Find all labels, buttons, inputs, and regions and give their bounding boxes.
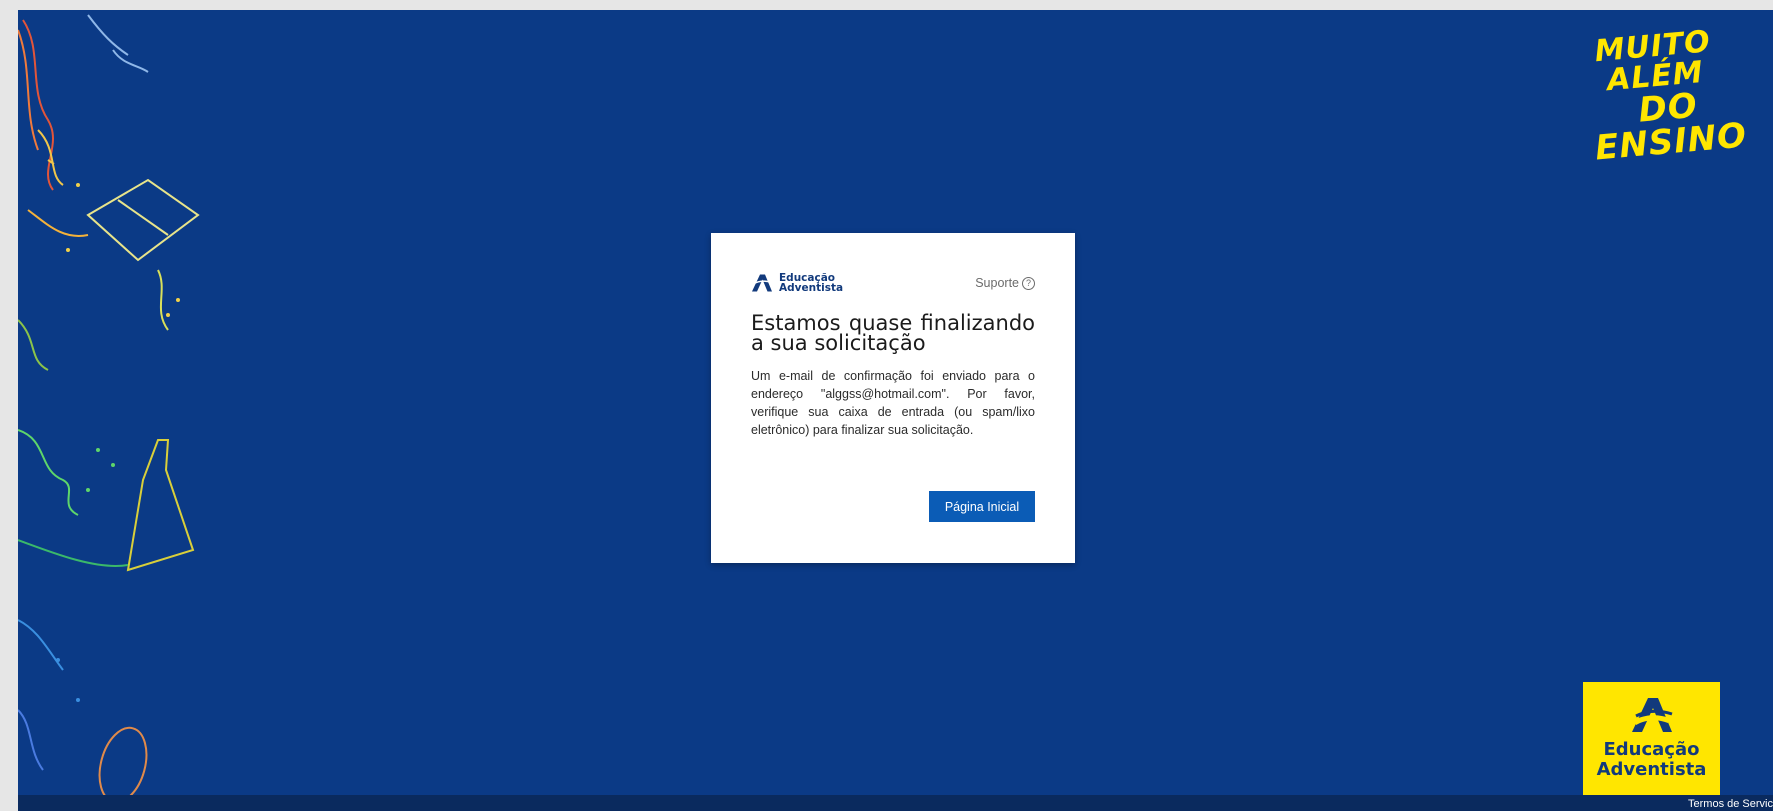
tagline-logo: MUITO ALÉM DO ENSINO — [1552, 24, 1762, 169]
terms-of-service-link[interactable]: Termos de Servic — [1688, 797, 1773, 811]
tagline-line-2: DO ENSINO — [1593, 85, 1749, 169]
brand-logo-line-1: Educação — [1603, 739, 1700, 760]
science-illustration-decoration — [18, 14, 200, 804]
brand-logo-text: Educação Adventista — [1597, 740, 1707, 780]
home-page-button[interactable]: Página Inicial — [929, 491, 1035, 522]
confirmation-dialog: Educação Adventista Suporte ? Estamos qu… — [711, 233, 1075, 563]
dialog-header: Educação Adventista Suporte ? — [751, 271, 1035, 295]
support-label: Suporte — [975, 276, 1019, 290]
support-link[interactable]: Suporte ? — [975, 276, 1035, 290]
question-circle-icon: ? — [1022, 276, 1035, 290]
page-background: MUITO ALÉM DO ENSINO Educação Adventista… — [18, 10, 1773, 811]
educacao-adventista-small-logo-icon — [752, 274, 773, 292]
dialog-title: Estamos quase finalizando a sua solicita… — [751, 311, 1035, 355]
dialog-message: Um e-mail de confirmação foi enviado par… — [751, 369, 1035, 437]
dialog-brand-logo: Educação Adventista — [751, 272, 844, 294]
brand-logo-box: Educação Adventista — [1583, 682, 1720, 811]
educacao-adventista-logo-icon — [1631, 698, 1672, 732]
brand-logo-line-2: Adventista — [1596, 759, 1707, 780]
dialog-logo-text: Educação Adventista — [779, 272, 844, 294]
dialog-logo-line-2: Adventista — [779, 282, 844, 294]
footer-bar: Termos de Servic — [18, 795, 1773, 811]
